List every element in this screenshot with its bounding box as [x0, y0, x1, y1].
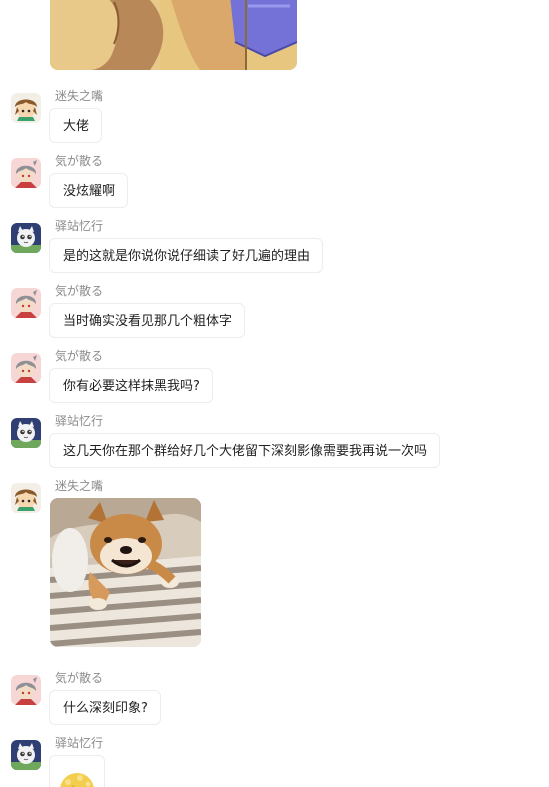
brown-haired-character-icon[interactable] — [11, 93, 41, 123]
gray-haired-character-icon[interactable] — [11, 675, 41, 705]
white-cat-character-icon[interactable] — [11, 223, 41, 253]
message-bubble[interactable]: 你有必要这样抹黑我吗? — [49, 368, 213, 403]
gray-haired-character-icon[interactable] — [11, 353, 41, 383]
sender-name: 気が散る — [55, 671, 104, 685]
sender-name: 気が散る — [55, 349, 104, 363]
shared-image-top[interactable] — [50, 0, 297, 70]
brown-haired-character-icon[interactable] — [11, 483, 41, 513]
sender-name: 迷失之嘴 — [55, 479, 104, 493]
chat-window: 迷失之嘴 大佬 気が散る 没炫耀啊 驿站忆行 是的这就是你说你说仔细读了好几遍的… — [0, 0, 549, 787]
message-bubble[interactable]: 大佬 — [49, 108, 103, 143]
message-bubble[interactable]: 没炫耀啊 — [49, 173, 129, 208]
sender-name: 迷失之嘴 — [55, 89, 104, 103]
message-bubble[interactable]: 是的这就是你说你说仔细读了好几遍的理由 — [49, 238, 324, 273]
message-bubble[interactable]: 当时确实没看见那几个粗体字 — [49, 303, 246, 338]
sender-name: 驿站忆行 — [55, 219, 104, 233]
yellow-face-sticker-icon[interactable] — [49, 755, 105, 787]
white-cat-character-icon[interactable] — [11, 418, 41, 448]
sender-name: 驿站忆行 — [55, 736, 104, 750]
message-bubble[interactable]: 这几天你在那个群给好几个大佬留下深刻影像需要我再说一次吗 — [49, 433, 441, 468]
sender-name: 気が散る — [55, 284, 104, 298]
gray-haired-character-icon[interactable] — [11, 158, 41, 188]
shiba-dog-photo[interactable] — [50, 498, 201, 647]
sender-name: 気が散る — [55, 154, 104, 168]
white-cat-character-icon[interactable] — [11, 740, 41, 770]
sender-name: 驿站忆行 — [55, 414, 104, 428]
gray-haired-character-icon[interactable] — [11, 288, 41, 318]
message-bubble[interactable]: 什么深刻印象? — [49, 690, 161, 725]
